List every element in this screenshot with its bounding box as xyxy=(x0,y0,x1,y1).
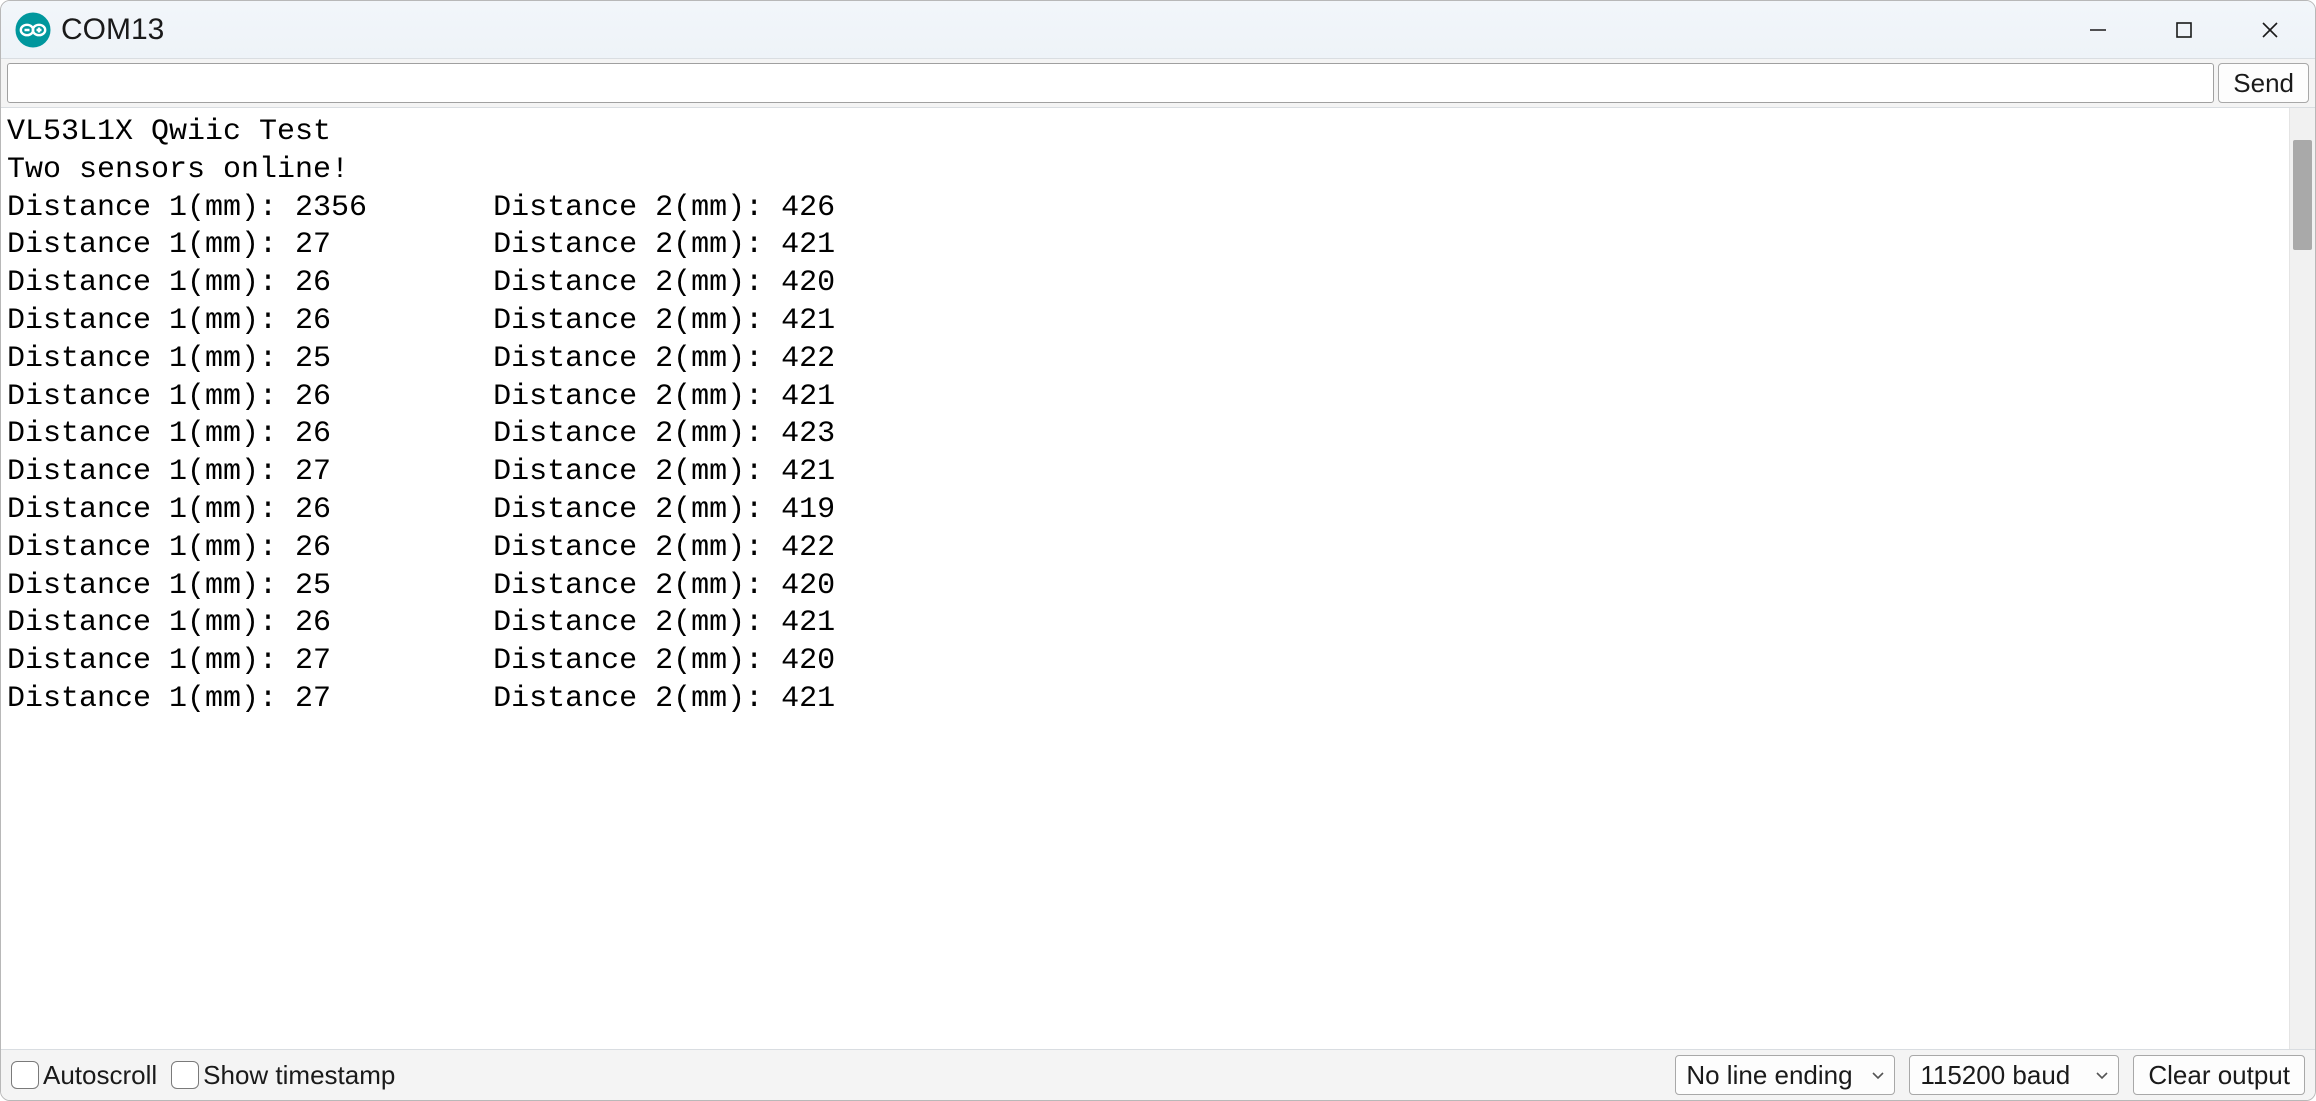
titlebar[interactable]: COM13 xyxy=(1,1,2315,59)
clear-output-button[interactable]: Clear output xyxy=(2133,1055,2305,1095)
checkbox-icon xyxy=(11,1061,39,1089)
send-row: Send xyxy=(1,59,2315,108)
chevron-down-icon xyxy=(2094,1067,2110,1083)
line-ending-value: No line ending xyxy=(1686,1060,1852,1091)
autoscroll-label: Autoscroll xyxy=(43,1060,157,1091)
autoscroll-checkbox[interactable]: Autoscroll xyxy=(11,1060,157,1091)
baud-select[interactable]: 115200 baud xyxy=(1909,1055,2119,1095)
arduino-icon xyxy=(15,12,51,48)
checkbox-icon xyxy=(171,1061,199,1089)
output-area-wrap: VL53L1X Qwiic Test Two sensors online! D… xyxy=(1,108,2315,1050)
vertical-scrollbar[interactable] xyxy=(2289,108,2315,1049)
baud-value: 115200 baud xyxy=(1920,1060,2070,1091)
window-title: COM13 xyxy=(61,13,164,47)
serial-input[interactable] xyxy=(7,63,2214,103)
show-timestamp-checkbox[interactable]: Show timestamp xyxy=(171,1060,395,1091)
show-timestamp-label: Show timestamp xyxy=(203,1060,395,1091)
send-button[interactable]: Send xyxy=(2218,63,2309,103)
bottom-bar: Autoscroll Show timestamp No line ending… xyxy=(1,1050,2315,1100)
serial-monitor-window: COM13 Send VL53L1X Qwiic Test Two sensor… xyxy=(0,0,2316,1101)
maximize-button[interactable] xyxy=(2161,7,2207,53)
close-button[interactable] xyxy=(2247,7,2293,53)
minimize-button[interactable] xyxy=(2075,7,2121,53)
chevron-down-icon xyxy=(1870,1067,1886,1083)
serial-output[interactable]: VL53L1X Qwiic Test Two sensors online! D… xyxy=(1,108,2289,1049)
scrollbar-thumb[interactable] xyxy=(2293,140,2312,250)
line-ending-select[interactable]: No line ending xyxy=(1675,1055,1895,1095)
